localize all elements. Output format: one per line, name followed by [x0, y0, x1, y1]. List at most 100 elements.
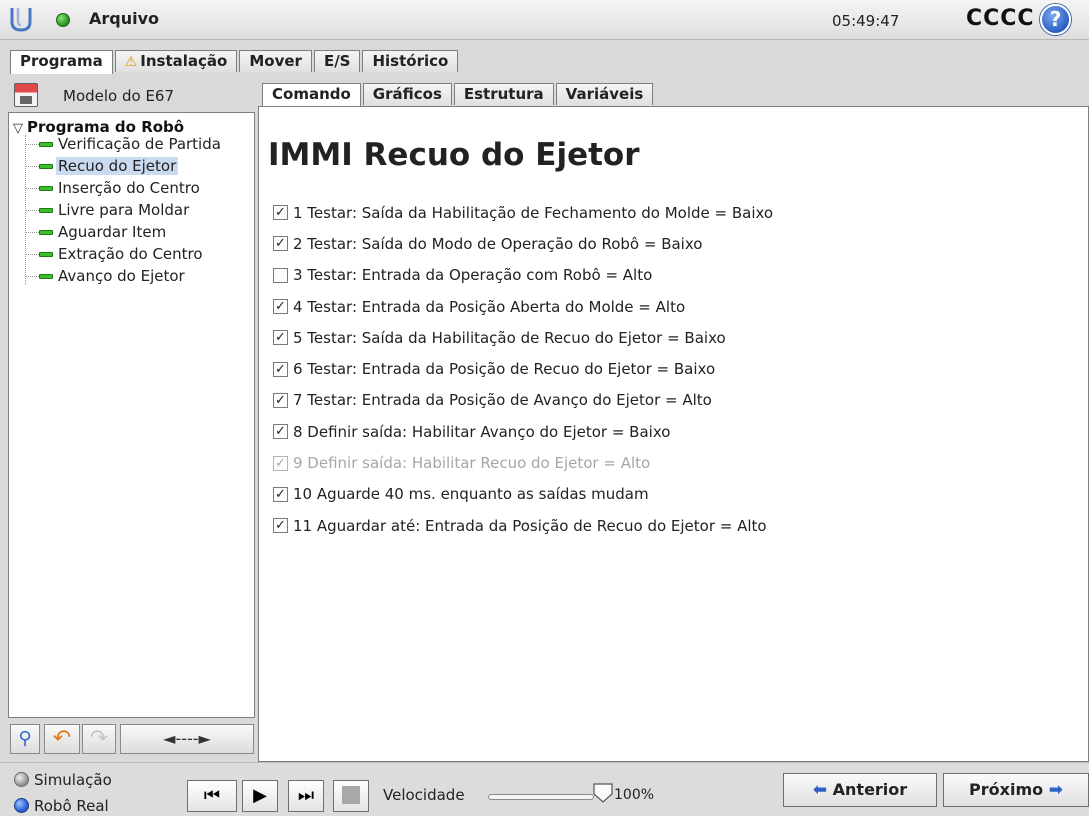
tree-item-recuo-ejetor[interactable]: Recuo do Ejetor [25, 155, 179, 177]
program-node-icon [39, 208, 53, 213]
tab-programa[interactable]: Programa [10, 50, 113, 74]
top-bar: Arquivo 05:49:47 CCCC ? [0, 0, 1089, 40]
checkbox-checked-icon[interactable]: ✓ [273, 361, 288, 377]
next-button[interactable]: Próximo ➡ [943, 773, 1089, 807]
checklist-item-label: 6 Testar: Entrada da Posição de Recuo do… [293, 360, 716, 379]
program-node-icon [39, 164, 53, 169]
tab-variaveis[interactable]: Variáveis [555, 83, 654, 105]
stop-button[interactable] [333, 780, 369, 812]
play-button[interactable]: ▶ [242, 780, 278, 812]
program-node-icon [39, 186, 53, 191]
program-node-icon [39, 252, 53, 257]
checkbox-checked-icon[interactable]: ✓ [273, 236, 288, 252]
page-title: IMMI Recuo do Ejetor [268, 137, 640, 173]
checkbox-checked-icon[interactable]: ✓ [273, 299, 288, 315]
main-tabs: Programa ⚠ Instalação Mover E/S Histórico [10, 50, 460, 74]
radio-on-icon [14, 798, 29, 813]
checklist-item-label: 11 Aguardar até: Entrada da Posição de R… [293, 516, 767, 535]
checkbox-checked-icon[interactable]: ✓ [273, 392, 288, 408]
checklist-item[interactable]: ✓ 7 Testar: Entrada da Posição de Avanço … [273, 385, 1073, 416]
checklist-item-label: 4 Testar: Entrada da Posição Aberta do M… [293, 297, 686, 316]
tree-item-insercao-centro[interactable]: Inserção do Centro [25, 177, 202, 199]
checklist-item-label: 9 Definir saída: Habilitar Recuo do Ejet… [293, 454, 651, 473]
command-panel: IMMI Recuo do Ejetor ✓ 1 Testar: Saída da… [258, 106, 1089, 762]
checklist-item-label: 8 Definir saída: Habilitar Avanço do Eje… [293, 422, 671, 441]
step-button[interactable]: ⏭ [288, 780, 324, 812]
tree-item-avanco-ejetor[interactable]: Avanço do Ejetor [25, 265, 187, 287]
tree-item-livre-moldar[interactable]: Livre para Moldar [25, 199, 191, 221]
search-button[interactable]: ⚲ [10, 724, 40, 754]
tree-item-verificacao-partida[interactable]: Verificação de Partida [25, 133, 223, 155]
skip-back-icon: ⏮ [203, 785, 221, 806]
stop-icon [342, 786, 360, 804]
checklist-item[interactable]: ✓ 8 Definir saída: Habilitar Avanço do Ej… [273, 416, 1073, 447]
checklist-item[interactable]: ✓ 11 Aguardar até: Entrada da Posição de … [273, 510, 1073, 541]
checklist-item[interactable]: ✓ 1 Testar: Saída da Habilitação de Fecha… [273, 197, 1073, 228]
checklist-item[interactable]: ✓ 2 Testar: Saída do Modo de Operação do … [273, 228, 1073, 259]
program-node-icon [39, 230, 53, 235]
arrow-left-icon: ⬅ [812, 780, 828, 800]
checklist-item-label: 10 Aguarde 40 ms. enquanto as saídas mud… [293, 485, 649, 504]
checklist-item-label: 2 Testar: Saída do Modo de Operação do R… [293, 234, 703, 253]
expand-triangle-icon[interactable]: ▽ [13, 121, 23, 136]
previous-button[interactable]: ⬅ Anterior [783, 773, 937, 807]
checklist-item[interactable]: 3 Testar: Entrada da Operação com Robô =… [273, 260, 1073, 291]
save-icon[interactable] [14, 83, 38, 107]
undo-icon: ↶ [52, 726, 72, 751]
checkbox-checked-icon[interactable]: ✓ [273, 455, 288, 471]
step-icon: ⏭ [297, 785, 315, 806]
tree-toolbar: ⚲ ↶ ↷ ◄----► [8, 722, 257, 756]
tab-estrutura[interactable]: Estrutura [453, 83, 554, 105]
speed-value: 100% [614, 787, 655, 803]
tree-item-aguardar-item[interactable]: Aguardar Item [25, 221, 168, 243]
move-arrows-icon: ◄----► [163, 729, 211, 748]
program-node-icon [39, 142, 53, 147]
tree-item-extracao-centro[interactable]: Extração do Centro [25, 243, 205, 265]
checkbox-checked-icon[interactable]: ✓ [273, 330, 288, 346]
tab-mover[interactable]: Mover [239, 50, 312, 72]
tab-comando[interactable]: Comando [262, 83, 361, 107]
robot-name: CCCC [966, 6, 1035, 31]
tab-instalacao[interactable]: ⚠ Instalação [114, 50, 238, 72]
speed-slider[interactable] [488, 794, 594, 800]
warning-icon: ⚠ [124, 54, 138, 70]
search-icon: ⚲ [18, 728, 32, 749]
checklist-item-label: 7 Testar: Entrada da Posição de Avanço d… [293, 391, 712, 410]
speed-slider-thumb[interactable] [592, 783, 614, 803]
checklist-item[interactable]: ✓ 6 Testar: Entrada da Posição de Recuo d… [273, 353, 1073, 384]
model-row: Modelo do E67 [8, 82, 257, 110]
ur-logo-icon [10, 8, 32, 32]
checklist-item-label: 3 Testar: Entrada da Operação com Robô =… [293, 266, 653, 285]
help-icon: ? [1049, 7, 1062, 31]
clock: 05:49:47 [832, 12, 900, 30]
undo-button[interactable]: ↶ [44, 724, 80, 754]
tab-historico[interactable]: Histórico [362, 50, 459, 72]
model-name: Modelo do E67 [63, 87, 175, 105]
checkbox-unchecked-icon[interactable] [273, 267, 288, 283]
help-button[interactable]: ? [1040, 4, 1071, 35]
tab-graficos[interactable]: Gráficos [362, 83, 452, 105]
file-menu[interactable]: Arquivo [89, 9, 159, 28]
checklist-item[interactable]: ✓ 9 Definir saída: Habilitar Recuo do Eje… [273, 447, 1073, 478]
checklist-item[interactable]: ✓ 4 Testar: Entrada da Posição Aberta do … [273, 291, 1073, 322]
redo-button[interactable]: ↷ [82, 724, 116, 754]
checkbox-checked-icon[interactable]: ✓ [273, 486, 288, 502]
checklist-item[interactable]: ✓ 5 Testar: Saída da Habilitação de Recuo… [273, 322, 1073, 353]
play-icon: ▶ [253, 785, 267, 806]
move-node-button[interactable]: ◄----► [120, 724, 254, 754]
checkbox-checked-icon[interactable]: ✓ [273, 424, 288, 440]
speed-label: Velocidade [383, 786, 465, 804]
mode-real-robot[interactable]: Robô Real [14, 797, 109, 815]
bottom-bar: Simulação Robô Real ⏮ ▶ ⏭ Velocidade 100… [0, 762, 1089, 816]
program-node-icon [39, 274, 53, 279]
checklist-item[interactable]: ✓ 10 Aguarde 40 ms. enquanto as saídas mu… [273, 479, 1073, 510]
checkbox-checked-icon[interactable]: ✓ [273, 205, 288, 221]
tab-es[interactable]: E/S [313, 50, 361, 72]
skip-to-start-button[interactable]: ⏮ [187, 780, 237, 812]
checklist: ✓ 1 Testar: Saída da Habilitação de Fecha… [273, 197, 1073, 541]
program-tree: ▽ Programa do Robô Verificação de Partida… [8, 112, 255, 718]
checkbox-checked-icon[interactable]: ✓ [273, 518, 288, 534]
command-tabs: Comando Gráficos Estrutura Variáveis [262, 83, 655, 107]
mode-simulation[interactable]: Simulação [14, 771, 112, 789]
program-tree-panel: Modelo do E67 ▽ Programa do Robô Verifica… [8, 76, 257, 760]
